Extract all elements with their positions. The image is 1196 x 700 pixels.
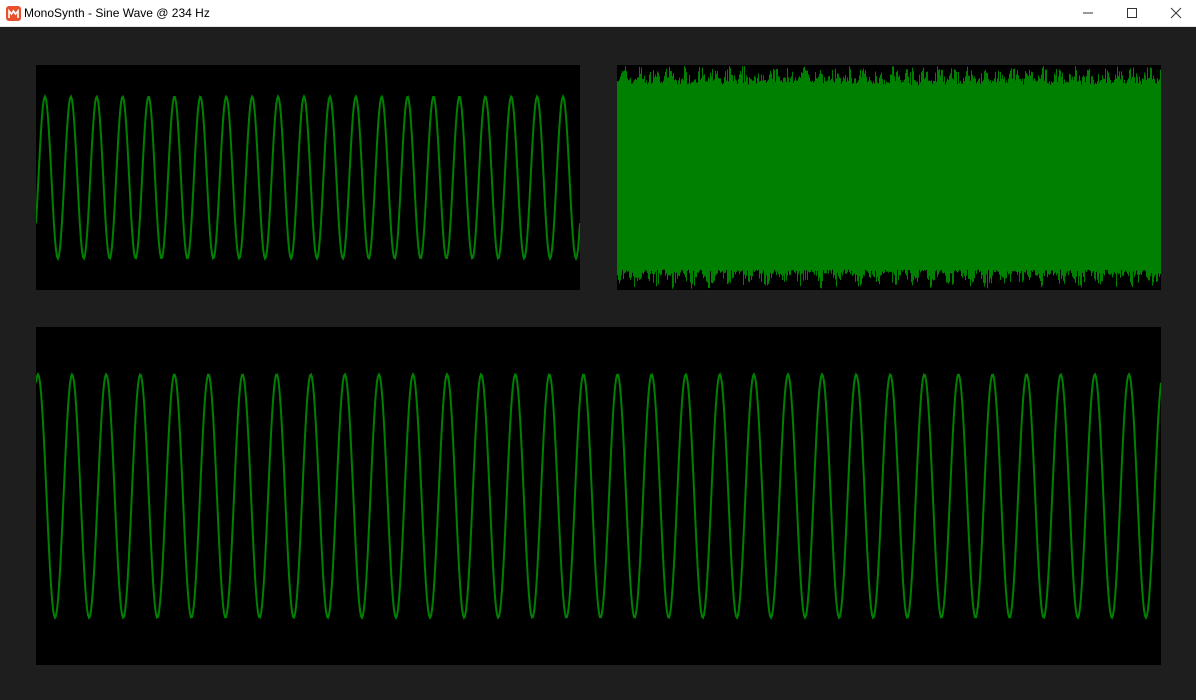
minimize-button[interactable] (1066, 0, 1110, 26)
waveform-wide-scope (36, 327, 1161, 665)
sine-trace (36, 372, 1161, 620)
waveform-wide-canvas (36, 372, 1161, 620)
waveform-zoomed-canvas (36, 93, 580, 262)
close-icon (1170, 7, 1182, 19)
monogame-logo-icon (6, 6, 21, 21)
close-button[interactable] (1154, 0, 1196, 26)
window-title: MonoSynth - Sine Wave @ 234 Hz (24, 6, 210, 20)
maximize-button[interactable] (1110, 0, 1154, 26)
title-bar[interactable]: MonoSynth - Sine Wave @ 234 Hz (0, 0, 1196, 27)
sine-trace (36, 93, 580, 262)
waveform-dense-canvas (617, 66, 1161, 289)
waveform-zoomed-scope (36, 65, 580, 290)
maximize-icon (1127, 8, 1137, 18)
minimize-icon (1083, 12, 1093, 14)
dense-sine-trace (617, 66, 1161, 289)
waveform-dense-scope (617, 65, 1161, 290)
